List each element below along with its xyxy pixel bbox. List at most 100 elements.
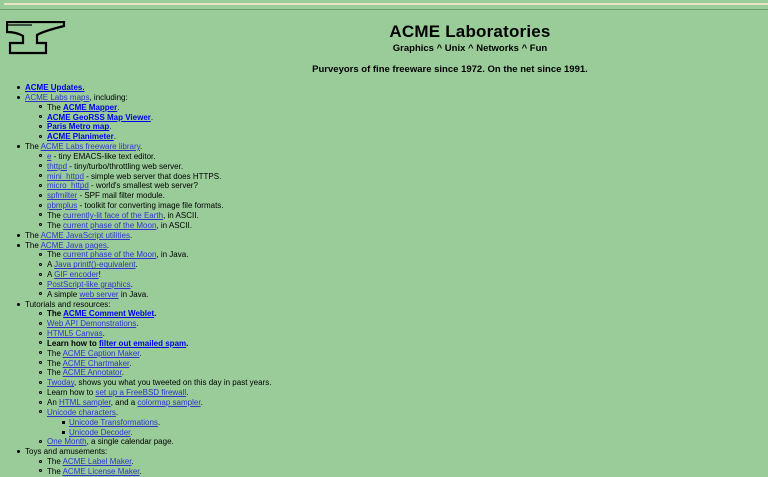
spfmilter-link[interactable]: spfmilter xyxy=(47,191,77,200)
item-text: . xyxy=(131,457,134,467)
item-text: . xyxy=(117,102,120,112)
list-item: Learn how to set up a FreeBSD firewall. xyxy=(25,388,768,398)
item-text: - tiny EMACS-like text editor. xyxy=(51,151,156,161)
list-item: e - tiny EMACS-like text editor. xyxy=(25,152,768,162)
list-item: ACME Labs maps, including: The ACME Mapp… xyxy=(0,93,768,142)
twoday-link[interactable]: Twoday xyxy=(47,378,74,387)
georss-viewer-link[interactable]: ACME GeoRSS Map Viewer xyxy=(47,113,151,122)
item-text: The xyxy=(47,102,64,112)
list-item: One Month, a single calendar page. xyxy=(25,437,768,447)
item-text: The xyxy=(25,142,41,152)
list-item: The current phase of the Moon, in ASCII. xyxy=(25,221,768,231)
item-text: . xyxy=(121,368,124,378)
purveyors-text: Purveyors of fine freeware since 1972. O… xyxy=(312,64,588,75)
item-text: A simple xyxy=(47,289,80,299)
list-item: The ACME Label Maker. xyxy=(25,457,768,467)
unicode-transformations-link[interactable]: Unicode Transformations xyxy=(69,418,158,427)
page-tagline: Graphics ^ Unix ^ Networks ^ Fun xyxy=(392,43,548,54)
item-text: , in ASCII. xyxy=(156,220,192,230)
java-pages-link[interactable]: ACME Java pages xyxy=(41,241,107,250)
main-list: ACME Updates. ACME Labs maps, including:… xyxy=(0,83,768,477)
item-text: The xyxy=(47,250,64,260)
paris-metro-link[interactable]: Paris Metro map xyxy=(47,122,109,131)
item-text: . xyxy=(115,407,119,417)
caption-maker-link[interactable]: ACME Caption Maker xyxy=(63,349,140,358)
item-text: . xyxy=(139,348,142,358)
list-item: Unicode characters. Unicode Transformati… xyxy=(25,408,768,438)
item-text: . xyxy=(129,358,132,368)
acme-updates-link[interactable]: ACME Updates. xyxy=(25,83,85,92)
list-item: A Java printf()-equivalent. xyxy=(25,260,768,270)
top-border-line xyxy=(4,3,768,5)
earth-ascii-link[interactable]: currently-lit face of the Earth xyxy=(63,211,163,220)
spam-filter-link[interactable]: filter out emailed spam xyxy=(99,339,186,348)
freeware-library-link[interactable]: ACME Labs freeware library xyxy=(41,142,140,151)
unicode-characters-link[interactable]: Unicode characters xyxy=(47,408,116,417)
item-text: . xyxy=(140,142,143,152)
web-api-demos-link[interactable]: Web API Demonstrations xyxy=(47,319,136,328)
thttpd-link[interactable]: thttpd xyxy=(47,162,67,171)
item-text: . xyxy=(154,309,157,319)
list-item: Tutorials and resources: The ACME Commen… xyxy=(0,300,768,448)
pbmplus-link[interactable]: pbmplus xyxy=(47,201,77,210)
freebsd-firewall-link[interactable]: set up a FreeBSD firewall xyxy=(95,388,186,397)
chartmaker-link[interactable]: ACME Chartmaker xyxy=(63,359,130,368)
item-text: - tiny/turbo/throttling web server. xyxy=(67,161,184,171)
item-text: , shows you what you tweeted on this day… xyxy=(73,378,272,388)
acme-mapper-link[interactable]: ACME Mapper xyxy=(63,103,117,112)
unicode-decoder-link[interactable]: Unicode Decoder xyxy=(69,428,130,437)
list-item: The ACME License Maker. xyxy=(25,467,768,477)
list-item: Paris Metro map. xyxy=(25,122,768,132)
gif-encoder-link[interactable]: GIF encoder xyxy=(54,270,98,279)
java-printf-link[interactable]: Java printf()-equivalent xyxy=(54,260,135,269)
item-text: The xyxy=(47,309,64,319)
list-item: An HTML sampler, and a colormap sampler. xyxy=(25,398,768,408)
list-item: micro_httpd - world's smallest web serve… xyxy=(25,181,768,191)
list-item: Toys and amusements: The ACME Label Make… xyxy=(0,447,768,477)
list-item: ACME Planimeter. xyxy=(25,132,768,142)
javascript-utilities-link[interactable]: ACME JavaScript utilities xyxy=(41,231,130,240)
moon-ascii-link[interactable]: current phase of the Moon xyxy=(63,221,156,230)
micro-httpd-link[interactable]: micro_httpd xyxy=(47,181,89,190)
list-item: The ACME Annotator. xyxy=(25,368,768,378)
colormap-sampler-link[interactable]: colormap sampler xyxy=(137,398,200,407)
html5-canvas-link[interactable]: HTML5 Canvas xyxy=(47,329,103,338)
list-item: ACME GeoRSS Map Viewer. xyxy=(25,113,768,123)
mini-httpd-link[interactable]: mini_httpd xyxy=(47,172,84,181)
one-month-link[interactable]: One Month xyxy=(47,437,87,446)
list-item: The ACME Comment Weblet. xyxy=(25,309,768,319)
item-text: . xyxy=(200,398,203,407)
comment-weblet-link[interactable]: ACME Comment Weblet xyxy=(63,309,154,318)
item-text: . xyxy=(136,319,139,329)
label-maker-link[interactable]: ACME Label Maker xyxy=(63,457,132,466)
list-item: The current phase of the Moon, in Java. xyxy=(25,250,768,260)
item-text: . xyxy=(186,338,189,348)
item-text: - toolkit for converting image file form… xyxy=(77,201,224,211)
list-item: PostScript-like graphics. xyxy=(25,280,768,290)
list-item: thttpd - tiny/turbo/throttling web serve… xyxy=(25,162,768,172)
postscript-graphics-link[interactable]: PostScript-like graphics xyxy=(47,280,131,289)
item-text: The xyxy=(47,368,63,378)
item-text: , in Java. xyxy=(156,250,189,260)
list-item: pbmplus - toolkit for converting image f… xyxy=(25,201,768,211)
item-text: The xyxy=(47,457,63,467)
list-item: The ACME Caption Maker. xyxy=(25,349,768,359)
item-text: The xyxy=(47,210,64,220)
item-text: . xyxy=(186,388,189,398)
planimeter-link[interactable]: ACME Planimeter xyxy=(47,132,114,141)
item-text: . xyxy=(130,279,133,289)
moon-java-link[interactable]: current phase of the Moon xyxy=(63,250,156,259)
acme-labs-maps-link[interactable]: ACME Labs maps xyxy=(25,93,89,102)
list-item: A GIF encoder! xyxy=(25,270,768,280)
item-text: Learn how to xyxy=(47,338,99,348)
java-web-server-link[interactable]: web server xyxy=(79,290,118,299)
list-item: The ACME Java pages. The current phase o… xyxy=(0,241,768,300)
item-text: . xyxy=(106,240,110,250)
item-text: , a single calendar page. xyxy=(86,437,174,447)
item-text: , in ASCII. xyxy=(163,210,199,220)
item-text: - SPF mail filter module. xyxy=(77,191,165,201)
annotator-link[interactable]: ACME Annotator xyxy=(63,368,122,377)
item-text: Learn how to xyxy=(47,388,96,398)
html-sampler-link[interactable]: HTML sampler xyxy=(59,398,111,407)
list-item: The ACME Chartmaker. xyxy=(25,359,768,369)
